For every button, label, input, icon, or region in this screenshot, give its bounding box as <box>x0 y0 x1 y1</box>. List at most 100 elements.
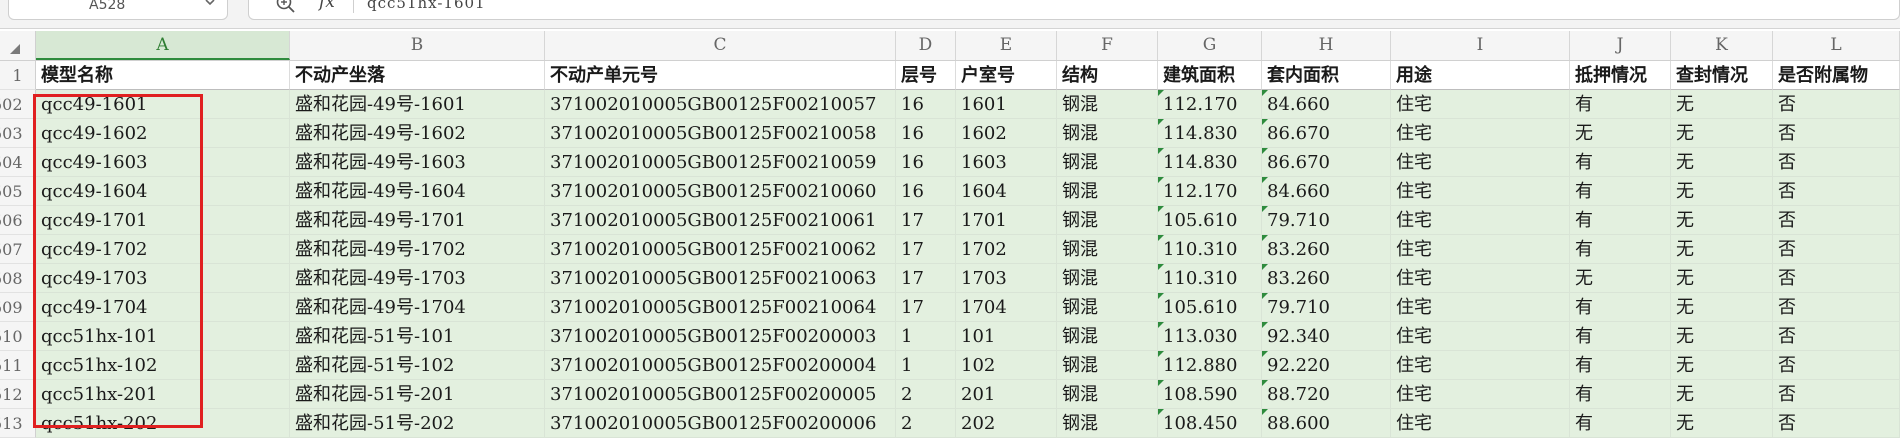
table-cell[interactable]: 92.220 <box>1262 351 1391 380</box>
table-cell[interactable]: 盛和花园-49号-1702 <box>290 235 545 264</box>
header-cell[interactable]: 户室号 <box>956 61 1057 90</box>
header-cell[interactable]: 抵押情况 <box>1570 61 1671 90</box>
table-cell[interactable]: 202 <box>956 409 1057 438</box>
table-cell[interactable]: 住宅 <box>1391 177 1570 206</box>
table-cell[interactable]: 否 <box>1773 148 1900 177</box>
header-cell[interactable]: 套内面积 <box>1262 61 1391 90</box>
table-cell[interactable]: 住宅 <box>1391 409 1570 438</box>
table-cell[interactable]: 盛和花园-49号-1604 <box>290 177 545 206</box>
table-cell[interactable]: 有 <box>1570 351 1671 380</box>
table-cell[interactable]: 无 <box>1671 293 1773 322</box>
fx-icon[interactable]: fx <box>319 0 335 12</box>
table-cell[interactable]: 住宅 <box>1391 322 1570 351</box>
zoom-in-icon[interactable] <box>275 0 297 15</box>
header-cell[interactable]: 是否附属物 <box>1773 61 1900 90</box>
table-cell[interactable]: 无 <box>1671 119 1773 148</box>
table-cell[interactable]: 无 <box>1671 235 1773 264</box>
table-cell[interactable]: 84.660 <box>1262 90 1391 119</box>
table-cell[interactable]: qcc49-1704 <box>36 293 290 322</box>
table-cell[interactable]: 17 <box>896 264 956 293</box>
table-cell[interactable]: qcc49-1602 <box>36 119 290 148</box>
table-cell[interactable]: 否 <box>1773 90 1900 119</box>
header-cell[interactable]: 结构 <box>1057 61 1158 90</box>
table-cell[interactable]: 有 <box>1570 206 1671 235</box>
column-header-j[interactable]: J <box>1570 31 1671 60</box>
table-cell[interactable]: 88.600 <box>1262 409 1391 438</box>
table-cell[interactable]: 住宅 <box>1391 90 1570 119</box>
table-cell[interactable]: 否 <box>1773 264 1900 293</box>
table-cell[interactable]: 无 <box>1671 380 1773 409</box>
table-cell[interactable]: 371002010005GB00125F00210061 <box>545 206 896 235</box>
table-cell[interactable]: 否 <box>1773 119 1900 148</box>
table-cell[interactable]: 盛和花园-51号-202 <box>290 409 545 438</box>
table-cell[interactable]: 盛和花园-49号-1704 <box>290 293 545 322</box>
table-cell[interactable]: 2 <box>896 409 956 438</box>
table-cell[interactable]: 1704 <box>956 293 1057 322</box>
table-cell[interactable]: 无 <box>1671 148 1773 177</box>
table-cell[interactable]: 17 <box>896 206 956 235</box>
table-cell[interactable]: 钢混 <box>1057 409 1158 438</box>
row-number[interactable]: 503 <box>0 119 36 148</box>
table-cell[interactable]: 有 <box>1570 90 1671 119</box>
table-cell[interactable]: 83.260 <box>1262 235 1391 264</box>
table-cell[interactable]: 无 <box>1570 264 1671 293</box>
row-number[interactable]: 507 <box>0 235 36 264</box>
table-cell[interactable]: 371002010005GB00125F00210060 <box>545 177 896 206</box>
table-cell[interactable]: qcc51hx-201 <box>36 380 290 409</box>
table-cell[interactable]: 1601 <box>956 90 1057 119</box>
row-number[interactable]: 511 <box>0 351 36 380</box>
table-cell[interactable]: 110.310 <box>1158 264 1262 293</box>
table-cell[interactable]: 钢混 <box>1057 148 1158 177</box>
table-cell[interactable]: 102 <box>956 351 1057 380</box>
row-number[interactable]: 509 <box>0 293 36 322</box>
table-cell[interactable]: 住宅 <box>1391 293 1570 322</box>
table-cell[interactable]: 17 <box>896 293 956 322</box>
header-cell[interactable]: 查封情况 <box>1671 61 1773 90</box>
row-number[interactable]: 508 <box>0 264 36 293</box>
table-cell[interactable]: 371002010005GB00125F00200005 <box>545 380 896 409</box>
table-cell[interactable]: 1603 <box>956 148 1057 177</box>
table-cell[interactable]: qcc49-1701 <box>36 206 290 235</box>
table-cell[interactable]: 住宅 <box>1391 264 1570 293</box>
table-cell[interactable]: 盛和花园-51号-102 <box>290 351 545 380</box>
table-cell[interactable]: 钢混 <box>1057 264 1158 293</box>
row-number[interactable]: 512 <box>0 380 36 409</box>
table-cell[interactable]: 201 <box>956 380 1057 409</box>
table-cell[interactable]: 86.670 <box>1262 119 1391 148</box>
table-cell[interactable]: qcc49-1604 <box>36 177 290 206</box>
table-cell[interactable]: 否 <box>1773 351 1900 380</box>
table-cell[interactable]: 110.310 <box>1158 235 1262 264</box>
table-cell[interactable]: 112.170 <box>1158 177 1262 206</box>
table-cell[interactable]: 住宅 <box>1391 148 1570 177</box>
header-cell[interactable]: 用途 <box>1391 61 1570 90</box>
table-cell[interactable]: 住宅 <box>1391 351 1570 380</box>
table-cell[interactable]: 钢混 <box>1057 206 1158 235</box>
table-cell[interactable]: 盛和花园-51号-201 <box>290 380 545 409</box>
table-cell[interactable]: 住宅 <box>1391 380 1570 409</box>
table-cell[interactable]: 盛和花园-49号-1602 <box>290 119 545 148</box>
table-cell[interactable]: 钢混 <box>1057 322 1158 351</box>
table-cell[interactable]: 住宅 <box>1391 235 1570 264</box>
table-cell[interactable]: 无 <box>1671 264 1773 293</box>
table-cell[interactable]: 钢混 <box>1057 235 1158 264</box>
table-cell[interactable]: 盛和花园-51号-101 <box>290 322 545 351</box>
table-cell[interactable]: 1701 <box>956 206 1057 235</box>
table-cell[interactable]: 盛和花园-49号-1603 <box>290 148 545 177</box>
table-cell[interactable]: 钢混 <box>1057 119 1158 148</box>
header-cell[interactable]: 建筑面积 <box>1158 61 1262 90</box>
table-cell[interactable]: 371002010005GB00125F00210062 <box>545 235 896 264</box>
table-cell[interactable]: 无 <box>1671 177 1773 206</box>
name-box[interactable]: A528 <box>8 0 228 20</box>
table-cell[interactable]: qcc49-1702 <box>36 235 290 264</box>
table-cell[interactable]: 1703 <box>956 264 1057 293</box>
table-cell[interactable]: 钢混 <box>1057 293 1158 322</box>
table-cell[interactable]: 有 <box>1570 322 1671 351</box>
table-cell[interactable]: 112.170 <box>1158 90 1262 119</box>
formula-input[interactable]: fx qcc51hx-1601 <box>248 0 1900 20</box>
column-header-f[interactable]: F <box>1057 31 1158 60</box>
table-cell[interactable]: 113.030 <box>1158 322 1262 351</box>
row-number[interactable]: 502 <box>0 90 36 119</box>
row-number[interactable]: 510 <box>0 322 36 351</box>
chevron-down-icon[interactable] <box>203 0 217 9</box>
column-header-h[interactable]: H <box>1262 31 1391 60</box>
